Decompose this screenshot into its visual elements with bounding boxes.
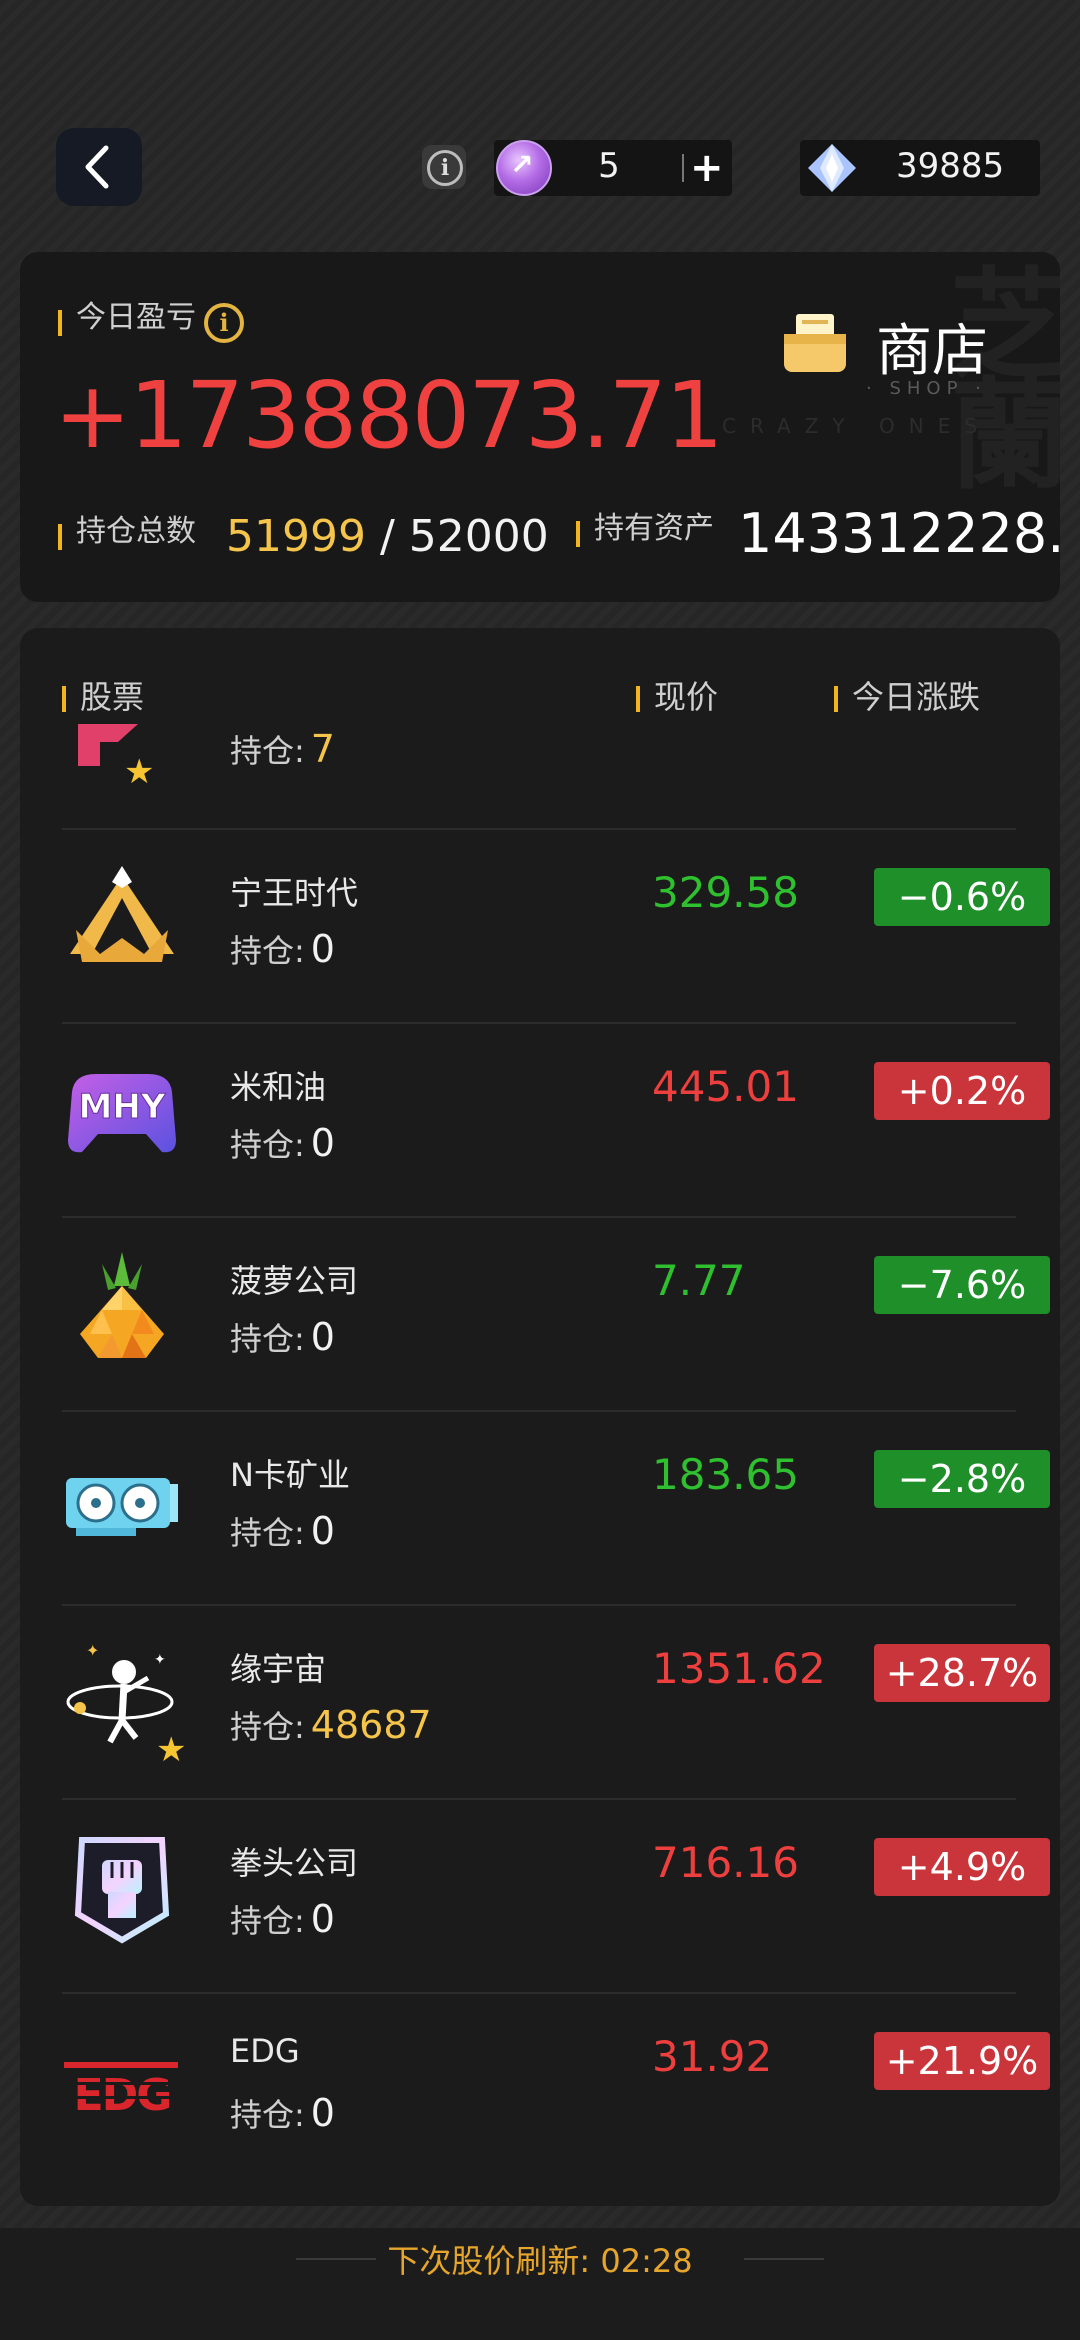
hold-value: 0 <box>310 1509 335 1553</box>
hold-value: 0 <box>310 1897 335 1941</box>
accent-bar <box>58 309 62 336</box>
position-total: 52000 <box>408 511 549 562</box>
stock-row[interactable]: 拳头公司 持仓: 0 716.16 +4.9% <box>62 1798 1050 1994</box>
info-icon[interactable]: i <box>204 302 244 343</box>
assets-value: 143312228.38 <box>738 502 1060 565</box>
stock-row[interactable]: 宁王时代 持仓: 0 329.58 −0.6% <box>62 828 1050 1024</box>
info-button[interactable]: i <box>422 145 466 189</box>
stock-price: 329.58 <box>652 868 799 917</box>
hold-value: 48687 <box>310 1703 432 1747</box>
change-badge: +28.7% <box>874 1644 1050 1702</box>
hold-label: 持仓: 0 <box>230 1121 335 1165</box>
refresh-countdown: 下次股价刷新: 02:28 <box>387 2242 693 2280</box>
hold-label: 持仓: 0 <box>230 1509 335 1553</box>
hold-value: 0 <box>310 927 335 971</box>
shop-button[interactable]: 商店 · SHOP · <box>760 296 1020 406</box>
shop-subtitle: · SHOP · <box>866 378 987 399</box>
watermark-text: CRAZY ONES <box>722 414 992 438</box>
shop-box-icon <box>784 314 846 372</box>
header-change: 今日涨跌 <box>834 672 980 718</box>
back-button[interactable] <box>56 128 142 206</box>
hold-value: 0 <box>310 1121 335 1165</box>
chevron-left-icon <box>85 145 109 189</box>
ticket-count: 5 <box>598 146 620 186</box>
stock-price: 445.01 <box>652 1062 799 1111</box>
hold-label: 持仓: 0 <box>230 927 335 971</box>
gpu-logo-icon <box>66 1478 178 1536</box>
portfolio-summary: 芝蘭 CRAZY ONES 今日盈亏 i +17388073.71 持仓总数 519… <box>20 252 1060 602</box>
stock-list: 股票 现价 今日涨跌 ★ 持仓: 7 宁王时代 持仓: 0 329.58 −0.6%… <box>20 628 1060 2206</box>
stock-row-partial[interactable]: ★ 持仓: 7 <box>62 724 1016 830</box>
star-icon: ★ <box>156 1730 187 1770</box>
svg-text:✦: ✦ <box>86 1641 99 1660</box>
position-separator: / <box>365 511 409 562</box>
gamepad-logo-icon: MHY <box>68 1074 176 1153</box>
change-badge: +21.9% <box>874 2032 1050 2090</box>
pl-label: 今日盈亏 <box>76 300 196 335</box>
stock-row[interactable]: EDG EDG 持仓: 0 31.92 +21.9% <box>62 1992 1050 2186</box>
pl-label-row: 今日盈亏 i <box>58 292 244 343</box>
accent-bar <box>834 686 838 712</box>
stock-row[interactable]: ✦ ✦ ★ 缘宇宙 持仓: 48687 1351.62 +28.7% <box>62 1604 1050 1800</box>
hold-label: 持仓: 0 <box>230 1315 335 1359</box>
accent-bar <box>636 686 640 712</box>
hold-label: 持仓: 0 <box>230 2091 335 2135</box>
accent-bar <box>576 520 580 547</box>
refresh-footer: 下次股价刷新: 02:28 <box>0 2228 1080 2340</box>
svg-text:MHY: MHY <box>79 1087 166 1127</box>
change-badge: −2.8% <box>874 1450 1050 1508</box>
pl-value: +17388073.71 <box>54 362 724 469</box>
position-held: 51999 <box>226 511 366 562</box>
stock-name: 宁王时代 <box>230 874 359 912</box>
edg-logo-icon: EDG <box>64 2062 178 2121</box>
stock-price: 31.92 <box>652 2032 773 2081</box>
position-row: 持仓总数 51999 / 52000 <box>58 506 549 562</box>
hold-label: 持仓: 0 <box>230 1897 335 1941</box>
diamond-icon <box>808 144 856 192</box>
hold-value: 0 <box>310 2091 335 2135</box>
star-icon: ★ <box>124 752 155 792</box>
divider <box>682 154 684 182</box>
ticket-coin-icon <box>496 140 552 196</box>
stock-name: N卡矿业 <box>230 1456 350 1494</box>
gem-counter: 39885 <box>800 140 1040 196</box>
stock-row[interactable]: MHY 米和油 持仓: 0 445.01 +0.2% <box>62 1022 1050 1218</box>
stock-name: 菠萝公司 <box>230 1262 359 1300</box>
hold-label: 持仓: 48687 <box>230 1703 432 1747</box>
stock-row[interactable]: N卡矿业 持仓: 0 183.65 −2.8% <box>62 1410 1050 1606</box>
change-badge: −7.6% <box>874 1256 1050 1314</box>
accent-bar <box>58 523 62 550</box>
stock-price: 183.65 <box>652 1450 799 1499</box>
stock-row[interactable]: 菠萝公司 持仓: 0 7.77 −7.6% <box>62 1216 1050 1412</box>
pineapple-logo-icon <box>80 1252 164 1358</box>
assets-label: 持有资产 <box>594 511 714 546</box>
accent-bar <box>62 686 66 712</box>
hold-label: 持仓: 7 <box>230 727 335 771</box>
change-badge: −0.6% <box>874 868 1050 926</box>
stock-name: 拳头公司 <box>230 1844 359 1882</box>
assets-row: 持有资产 143312228.38 <box>576 502 1060 565</box>
change-badge: +0.2% <box>874 1062 1050 1120</box>
info-icon: i <box>427 150 463 186</box>
fist-logo-icon <box>74 1837 170 1944</box>
svg-text:EDG: EDG <box>74 2070 171 2121</box>
ticket-counter: 5 + <box>494 140 732 196</box>
position-label: 持仓总数 <box>76 514 196 549</box>
change-badge: +4.9% <box>874 1838 1050 1896</box>
gem-count: 39885 <box>896 146 1005 186</box>
stock-price: 716.16 <box>652 1838 799 1887</box>
stock-name: EDG <box>230 2032 300 2070</box>
svg-text:✦: ✦ <box>154 1652 166 1668</box>
hold-value: 0 <box>310 1315 335 1359</box>
stock-price: 1351.62 <box>652 1644 826 1693</box>
hold-value: 7 <box>310 727 335 771</box>
crown-logo-icon <box>70 866 174 962</box>
stock-name: 缘宇宙 <box>230 1650 327 1688</box>
stock-name: 米和油 <box>230 1068 327 1106</box>
header-stock: 股票 <box>62 672 144 718</box>
stock-price: 7.77 <box>652 1256 746 1305</box>
header-price: 现价 <box>636 672 718 718</box>
shop-title: 商店 <box>876 319 988 384</box>
add-ticket-button[interactable]: + <box>690 140 724 196</box>
